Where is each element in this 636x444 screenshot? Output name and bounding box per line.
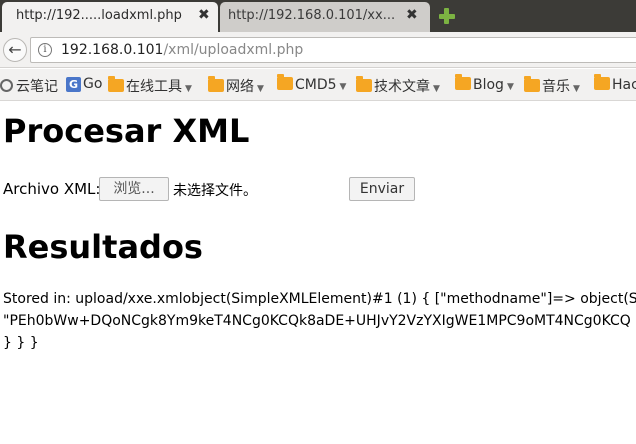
tab-second[interactable]: http://192.168.0.101/xx... ✖ <box>220 2 430 32</box>
bookmark-label: 音乐 <box>542 79 570 95</box>
bookmark-go[interactable]: G Go <box>66 76 102 94</box>
browse-button[interactable]: 浏览... <box>99 177 169 201</box>
tab-uploadxml[interactable]: http://192.....loadxml.php ✖ <box>2 2 218 32</box>
result-line: Stored in: upload/xxe.xmlobject(SimpleXM… <box>3 291 636 307</box>
bookmark-folder-jishuwenzhang[interactable]: 技术文章 ▼ <box>356 76 440 95</box>
chevron-down-icon: ▼ <box>433 84 440 94</box>
submit-button[interactable]: Enviar <box>349 177 415 201</box>
g-icon: G <box>66 77 81 92</box>
folder-icon <box>277 74 293 90</box>
tab-title: http://192.....loadxml.php <box>16 8 182 23</box>
bookmark-folder-cmd5[interactable]: CMD5 ▼ <box>277 74 347 94</box>
folder-icon <box>108 76 124 92</box>
new-tab-plus-icon[interactable] <box>437 6 457 26</box>
page-content: Procesar XML Archivo XML: 浏览... 未选择文件。 E… <box>0 102 636 444</box>
bookmarks-bar: 云笔记 G Go 在线工具 ▼ 网络 ▼ CMD5 ▼ 技术文章 ▼ Blog ▼ 音乐 ▼ … <box>0 69 636 101</box>
url-text: 192.168.0.101/xml/uploadxml.php <box>61 42 303 58</box>
address-bar[interactable]: i 192.168.0.101/xml/uploadxml.php <box>30 37 636 63</box>
bookmark-folder-yinyue[interactable]: 音乐 ▼ <box>524 76 580 95</box>
chevron-down-icon: ▼ <box>573 84 580 94</box>
url-path: /xml/uploadxml.php <box>163 42 304 58</box>
navigation-toolbar: ← i 192.168.0.101/xml/uploadxml.php <box>0 32 636 68</box>
tab-title: http://192.168.0.101/xx... <box>228 8 396 23</box>
folder-icon <box>594 74 610 90</box>
result-line: "PEh0bWw+DQoNCgk8Ym9keT4NCg0KCQk8aDE+UHJ… <box>3 313 631 329</box>
bookmark-folder-hac[interactable]: Hac <box>594 74 636 94</box>
info-icon[interactable]: i <box>38 43 52 57</box>
results-heading: Resultados <box>3 228 203 266</box>
folder-icon <box>524 76 540 92</box>
close-icon[interactable]: ✖ <box>406 7 418 23</box>
bookmark-folder-zaixiangongju[interactable]: 在线工具 ▼ <box>108 76 192 95</box>
bookmark-label: 技术文章 <box>374 79 430 95</box>
bookmark-label: 云笔记 <box>16 79 58 95</box>
file-status-text: 未选择文件。 <box>173 183 257 199</box>
bookmark-label: Hac <box>612 77 636 93</box>
folder-icon <box>455 74 471 90</box>
back-arrow-icon[interactable]: ← <box>3 38 27 62</box>
bookmark-folder-blog[interactable]: Blog ▼ <box>455 74 514 94</box>
file-label: Archivo XML: <box>3 180 101 198</box>
close-icon[interactable]: ✖ <box>198 7 210 23</box>
folder-icon <box>208 76 224 92</box>
chevron-down-icon: ▼ <box>339 82 347 92</box>
bookmark-label: Blog <box>473 77 504 93</box>
bookmark-label: Go <box>83 76 103 92</box>
tab-strip: http://192.....loadxml.php ✖ http://192.… <box>0 0 636 32</box>
url-host: 192.168.0.101 <box>61 42 164 58</box>
bookmark-label: 网络 <box>226 79 254 95</box>
chevron-down-icon: ▼ <box>257 84 264 94</box>
bookmark-folder-wangluo[interactable]: 网络 ▼ <box>208 76 264 95</box>
page-title: Procesar XML <box>3 112 250 150</box>
globe-icon <box>0 79 13 92</box>
bookmark-yunbiji[interactable]: 云笔记 <box>0 76 58 95</box>
chevron-down-icon: ▼ <box>185 84 192 94</box>
bookmark-label: CMD5 <box>295 77 337 93</box>
folder-icon <box>356 76 372 92</box>
bookmark-label: 在线工具 <box>126 79 182 95</box>
result-line: } } } <box>3 335 39 351</box>
chevron-down-icon: ▼ <box>506 82 514 92</box>
